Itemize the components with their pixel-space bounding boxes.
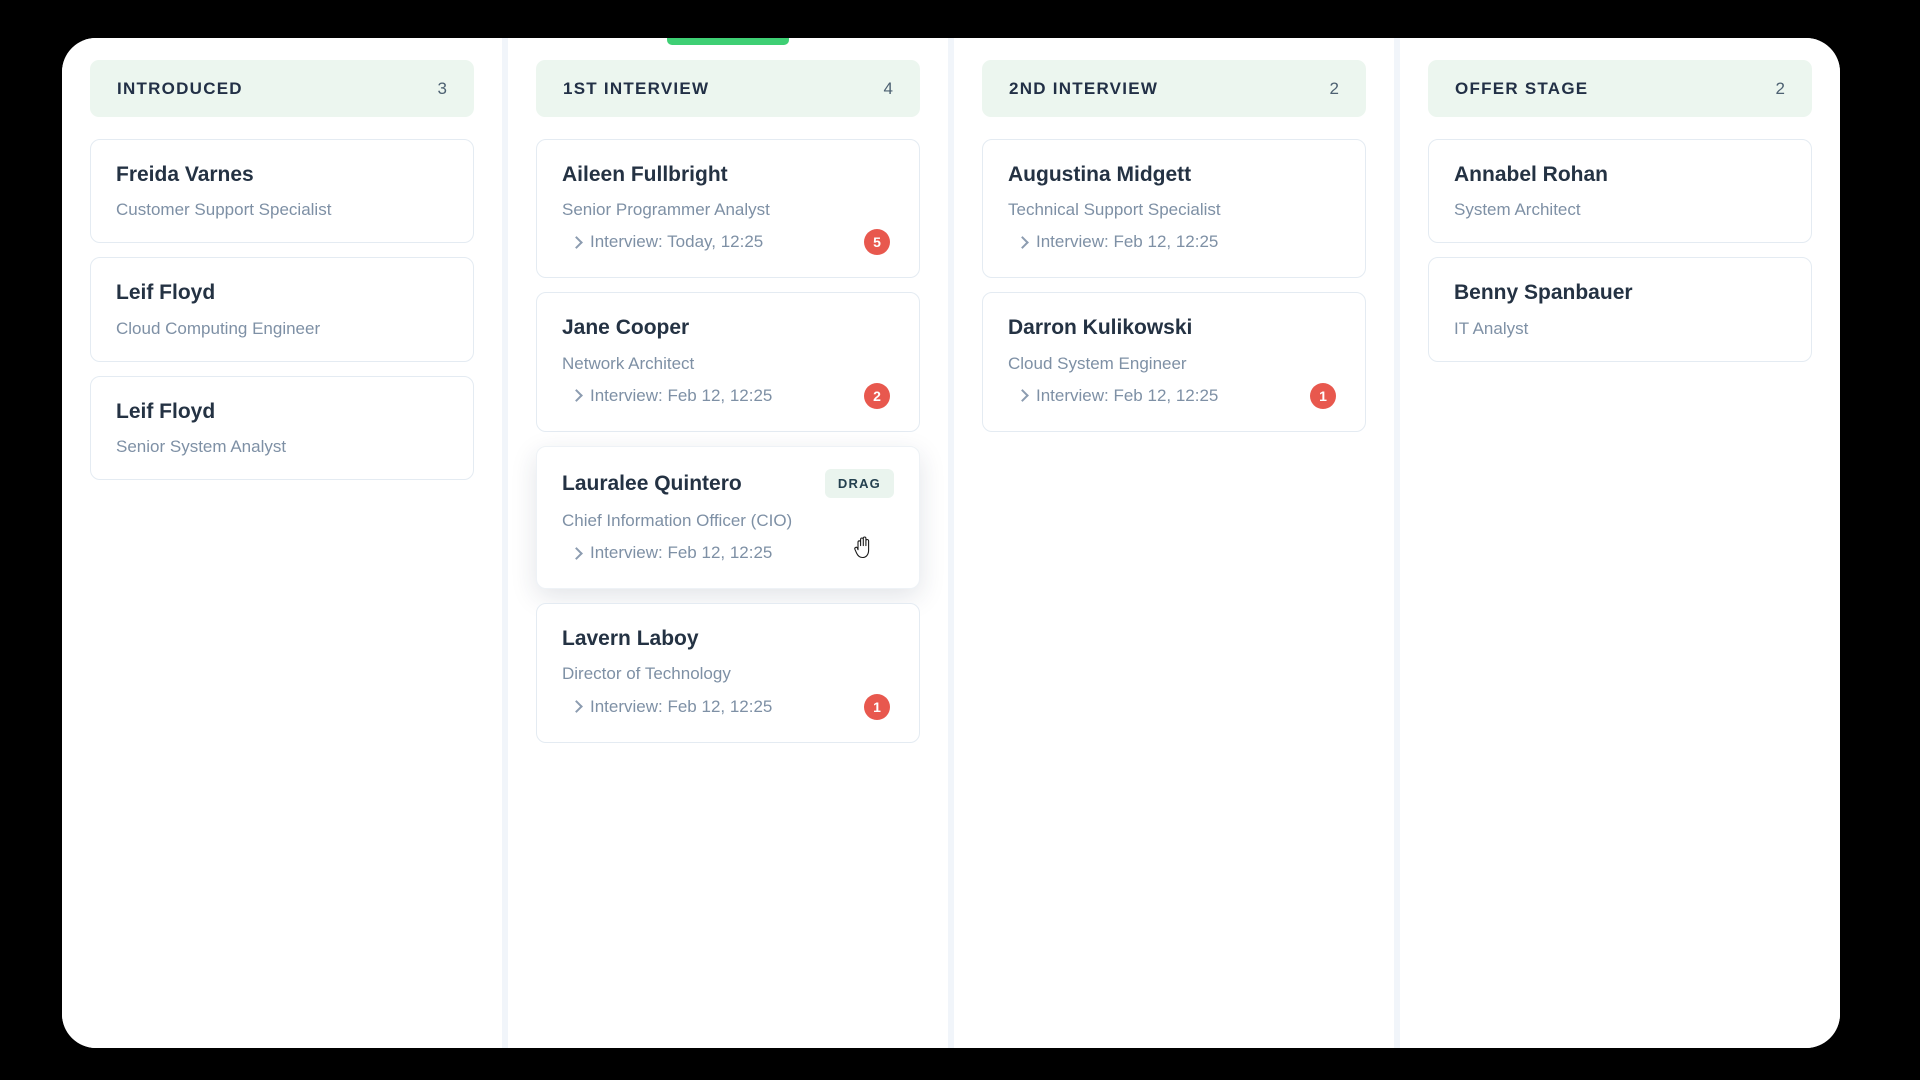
candidate-card[interactable]: Freida Varnes Customer Support Specialist <box>90 139 474 244</box>
card-meta-row: Interview: Feb 12, 12:25 2 <box>562 382 894 409</box>
card-top-row: Lauralee Quintero DRAG <box>562 468 894 498</box>
column-title: OFFER STAGE <box>1455 78 1589 98</box>
notification-badge[interactable]: 1 <box>864 693 890 720</box>
card-meta-row: Interview: Feb 12, 12:25 <box>562 540 894 566</box>
card-top-row: Leif Floyd <box>116 280 448 305</box>
interview-info[interactable]: Interview: Feb 12, 12:25 <box>562 697 772 717</box>
interview-time: Interview: Feb 12, 12:25 <box>590 696 773 716</box>
column-header: INTRODUCED 3 <box>90 60 474 117</box>
candidate-card[interactable]: Augustina Midgett Technical Support Speci… <box>982 139 1366 279</box>
kanban-column-2nd-interview[interactable]: 2ND INTERVIEW 2 Augustina Midgett Technical… <box>948 38 1394 1048</box>
candidate-card[interactable]: Jane Cooper Network Architect Interview: F… <box>536 292 920 432</box>
candidate-role: Director of Technology <box>562 664 731 684</box>
candidate-name: Lauralee Quintero <box>562 471 742 495</box>
card-top-row: Aileen Fullbright <box>562 162 894 187</box>
notification-badge[interactable]: 2 <box>864 382 890 409</box>
candidate-role: Chief Information Officer (CIO) <box>562 510 793 530</box>
column-header: 2ND INTERVIEW 2 <box>982 60 1366 117</box>
candidate-card[interactable]: Leif Floyd Senior System Analyst <box>90 375 474 481</box>
candidate-name: Leif Floyd <box>116 281 216 305</box>
candidate-card[interactable]: Lavern Laboy Director of Technology Interv… <box>536 603 920 743</box>
interview-info[interactable]: Interview: Feb 12, 12:25 <box>562 543 772 563</box>
interview-time: Interview: Feb 12, 12:25 <box>590 385 773 405</box>
interview-info[interactable]: Interview: Feb 12, 12:25 <box>1008 232 1218 252</box>
candidate-card[interactable]: Benny Spanbauer IT Analyst <box>1428 257 1812 362</box>
kanban-column-offer-stage[interactable]: OFFER STAGE 2 Annabel Rohan System Architec… <box>1394 38 1840 1048</box>
kanban-column-1st-interview[interactable]: 1ST INTERVIEW 4 Aileen Fullbright Senior Pr… <box>502 38 948 1048</box>
card-list: Freida Varnes Customer Support Specialist… <box>90 139 474 481</box>
chevron-right-icon <box>570 700 583 713</box>
column-title: 2ND INTERVIEW <box>1009 78 1159 98</box>
candidate-role: Senior Programmer Analyst <box>562 200 770 220</box>
kanban-column-introduced[interactable]: INTRODUCED 3 Freida Varnes Customer Support… <box>62 38 502 1048</box>
card-top-row: Darron Kulikowski <box>1008 315 1340 340</box>
card-meta-row: Interview: Feb 12, 12:25 <box>1008 229 1340 255</box>
chevron-right-icon <box>570 546 583 560</box>
card-list: Augustina Midgett Technical Support Speci… <box>982 139 1366 432</box>
card-list: Annabel Rohan System Architect Benny Spanb… <box>1428 139 1812 362</box>
kanban-columns: INTRODUCED 3 Freida Varnes Customer Support… <box>62 38 1840 1048</box>
interview-info[interactable]: Interview: Feb 12, 12:25 <box>1008 386 1218 406</box>
drop-indicator <box>667 38 789 45</box>
candidate-card[interactable]: Lauralee Quintero DRAG Chief Information O… <box>536 445 920 590</box>
interview-time: Interview: Today, 12:25 <box>590 232 764 252</box>
column-count: 2 <box>1775 78 1785 98</box>
notification-badge[interactable]: 5 <box>864 229 890 256</box>
column-title: 1ST INTERVIEW <box>563 78 710 98</box>
candidate-card[interactable]: Annabel Rohan System Architect <box>1428 139 1812 244</box>
card-list: Aileen Fullbright Senior Programmer Analy… <box>536 139 920 743</box>
candidate-name: Freida Varnes <box>116 163 254 186</box>
card-meta-row: Interview: Today, 12:25 5 <box>562 229 894 256</box>
interview-info[interactable]: Interview: Today, 12:25 <box>562 232 763 252</box>
candidate-name: Darron Kulikowski <box>1008 316 1193 340</box>
card-top-row: Augustina Midgett <box>1008 162 1340 187</box>
chevron-right-icon <box>1016 236 1029 249</box>
candidate-name: Benny Spanbauer <box>1454 281 1633 305</box>
column-count: 2 <box>1329 78 1339 98</box>
candidate-role: IT Analyst <box>1454 318 1529 338</box>
chevron-right-icon <box>570 389 583 403</box>
interview-time: Interview: Feb 12, 12:25 <box>1036 385 1219 405</box>
candidate-name: Leif Floyd <box>116 399 216 423</box>
candidate-card[interactable]: Leif Floyd Cloud Computing Engineer <box>90 257 474 362</box>
chevron-right-icon <box>1016 389 1029 403</box>
column-title: INTRODUCED <box>117 78 243 98</box>
card-top-row: Leif Floyd <box>116 399 448 424</box>
candidate-name: Jane Cooper <box>562 316 690 340</box>
column-header: 1ST INTERVIEW 4 <box>536 60 920 117</box>
interview-time: Interview: Feb 12, 12:25 <box>1036 232 1219 252</box>
candidate-name: Augustina Midgett <box>1008 163 1192 186</box>
candidate-role: System Architect <box>1454 200 1581 220</box>
candidate-role: Customer Support Specialist <box>116 200 332 220</box>
candidate-role: Network Architect <box>562 353 695 373</box>
candidate-card[interactable]: Darron Kulikowski Cloud System Engineer In… <box>982 292 1366 432</box>
column-count: 4 <box>883 78 893 98</box>
candidate-card[interactable]: Aileen Fullbright Senior Programmer Analy… <box>536 139 920 279</box>
kanban-board: INTRODUCED 3 Freida Varnes Customer Support… <box>62 38 1840 1048</box>
candidate-role: Technical Support Specialist <box>1008 200 1221 220</box>
column-header: OFFER STAGE 2 <box>1428 60 1812 117</box>
card-top-row: Jane Cooper <box>562 315 894 340</box>
candidate-role: Senior System Analyst <box>116 437 287 457</box>
candidate-role: Cloud System Engineer <box>1008 353 1187 373</box>
card-top-row: Lavern Laboy <box>562 626 894 651</box>
notification-badge[interactable]: 1 <box>1310 382 1336 409</box>
interview-info[interactable]: Interview: Feb 12, 12:25 <box>562 386 772 406</box>
card-top-row: Freida Varnes <box>116 162 448 187</box>
card-meta-row: Interview: Feb 12, 12:25 1 <box>1008 382 1340 409</box>
column-count: 3 <box>437 78 447 98</box>
candidate-name: Lavern Laboy <box>562 627 699 651</box>
candidate-role: Cloud Computing Engineer <box>116 318 321 338</box>
card-top-row: Annabel Rohan <box>1454 162 1786 187</box>
card-meta-row: Interview: Feb 12, 12:25 1 <box>562 693 894 720</box>
candidate-name: Aileen Fullbright <box>562 163 728 186</box>
chevron-right-icon <box>570 236 583 249</box>
drag-chip[interactable]: DRAG <box>824 468 894 498</box>
interview-time: Interview: Feb 12, 12:25 <box>590 543 773 563</box>
card-top-row: Benny Spanbauer <box>1454 280 1786 305</box>
candidate-name: Annabel Rohan <box>1454 163 1609 186</box>
